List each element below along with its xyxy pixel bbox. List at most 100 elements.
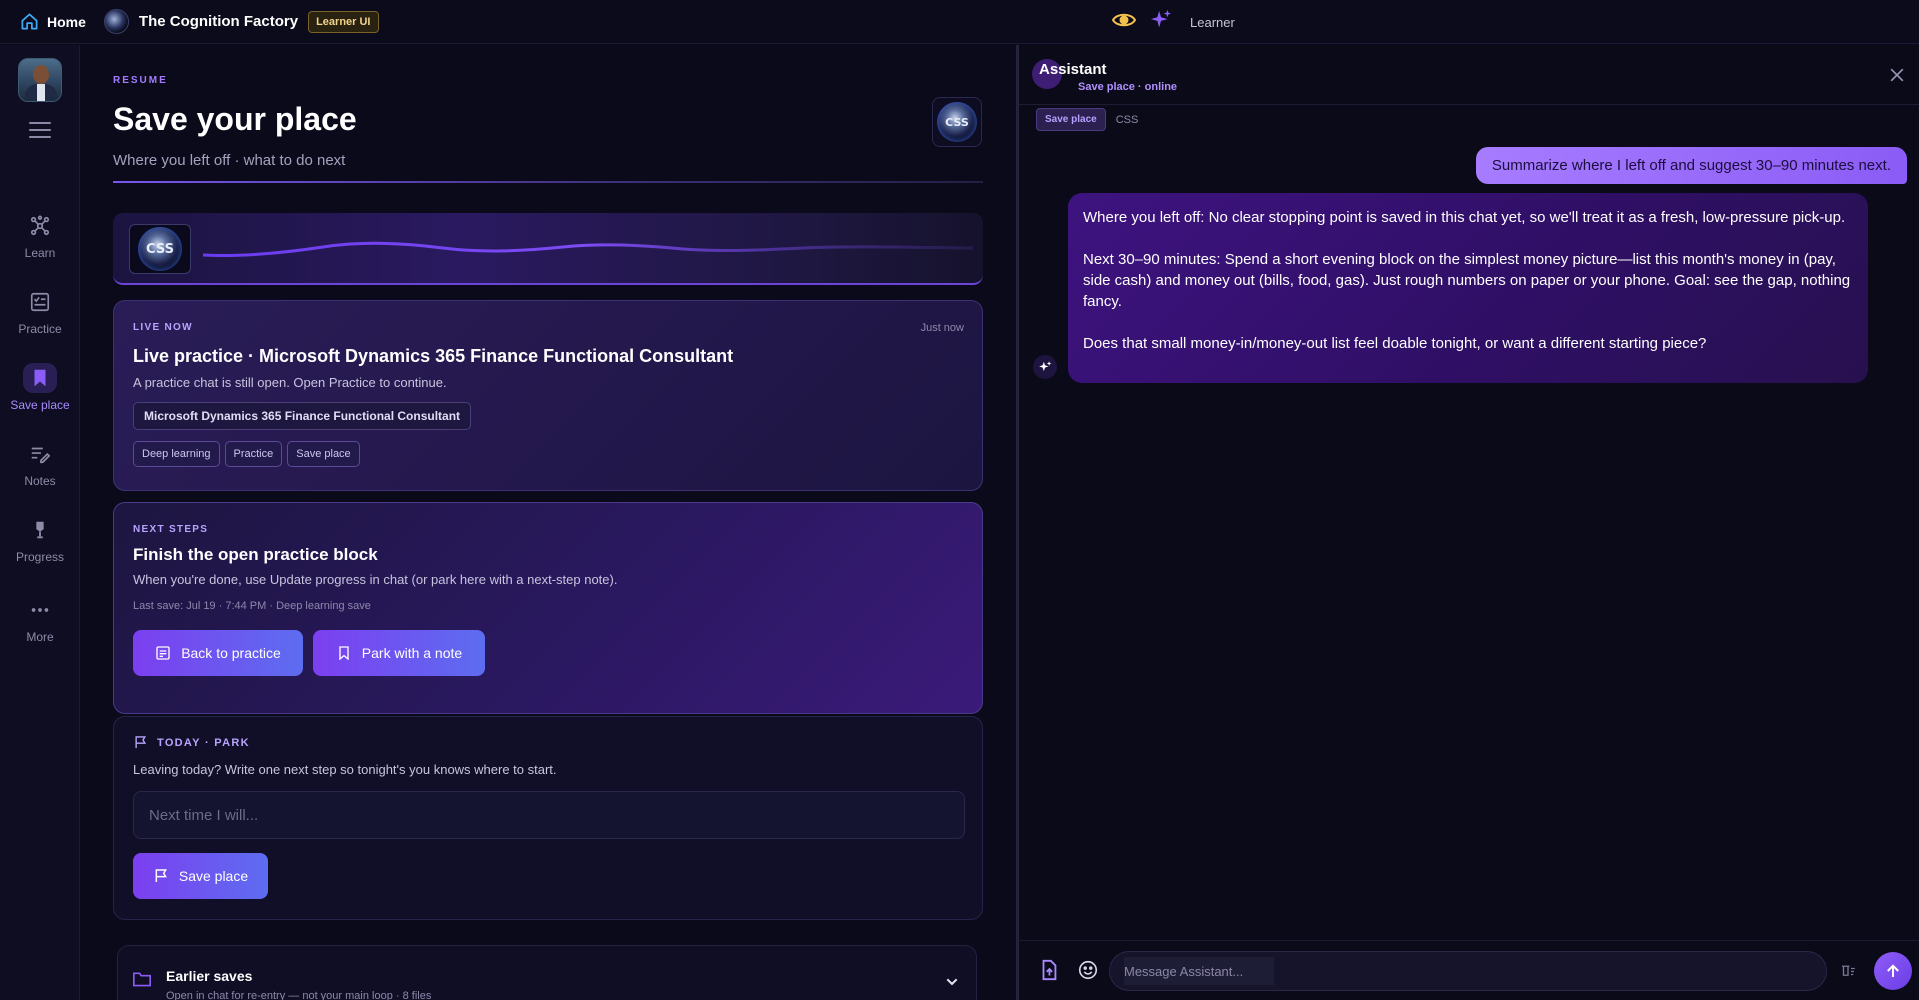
page-subtitle: Where you left off · what to do next — [113, 152, 346, 169]
chevron-down-icon[interactable] — [944, 974, 960, 990]
next-body: When you're done, use Update progress in… — [133, 572, 618, 587]
main-content: RESUME Save your place Where you left of… — [81, 45, 1016, 1000]
next-kicker: NEXT STEPS — [133, 524, 209, 535]
next-steps-card: NEXT STEPS Finish the open practice bloc… — [113, 502, 983, 714]
menu-icon[interactable] — [29, 122, 51, 143]
flag-icon — [155, 869, 167, 882]
live-title: Live practice · Microsoft Dynamics 365 F… — [133, 346, 734, 366]
page-title: Save your place — [113, 101, 357, 137]
assistant-message-paragraph: Does that small money-in/money-out list … — [1083, 335, 1707, 352]
nav-label: Save place — [10, 398, 70, 412]
nav-item-save-place[interactable]: Save place — [0, 363, 80, 412]
sparkle-icon[interactable] — [1150, 9, 1172, 36]
next-title: Finish the open practice block — [133, 545, 378, 564]
arrow-up-icon — [1887, 964, 1899, 977]
notes-icon — [23, 439, 57, 469]
nav-item-more[interactable]: More — [0, 595, 80, 644]
emoji-icon[interactable] — [1075, 957, 1101, 983]
resume-banner: CSS — [113, 213, 983, 285]
brand-badge: Learner UI — [308, 10, 379, 33]
context-tag-save-place[interactable]: Save place — [1036, 108, 1106, 131]
nav-label: More — [26, 630, 54, 644]
assistant-context-tags: Save place CSS — [1036, 108, 1138, 131]
course-chip[interactable]: Microsoft Dynamics 365 Finance Functiona… — [133, 402, 472, 430]
next-step-input-wrapper — [133, 791, 965, 839]
save-place-button[interactable]: Save place — [133, 853, 268, 899]
tag-save-place[interactable]: Save place — [287, 441, 360, 467]
assistant-status: Save place · online — [1078, 81, 1178, 93]
nav-item-learn[interactable]: Learn — [0, 211, 80, 260]
brand-name: The Cognition Factory — [138, 13, 299, 30]
live-kicker: LIVE NOW — [133, 322, 193, 333]
park-with-note-button[interactable]: Park with a note — [313, 630, 485, 676]
message-input-wrapper — [1109, 951, 1827, 991]
user-message: Summarize where I left off and suggest 3… — [1475, 147, 1907, 184]
page-eyebrow: RESUME — [113, 75, 168, 86]
next-step-input[interactable] — [149, 806, 949, 824]
earlier-saves-title: Earlier saves — [166, 968, 253, 984]
nav-label: Learn — [24, 246, 56, 260]
title-divider — [113, 181, 983, 183]
assistant-panel: Assistant Save place · online Save place… — [1019, 45, 1919, 1000]
back-to-practice-button[interactable]: Back to practice — [133, 630, 303, 676]
live-body: A practice chat is still open. Open Prac… — [133, 375, 447, 390]
assistant-header: Assistant Save place · online — [1019, 45, 1919, 105]
earlier-saves-subtitle: Open in chat for re-entry — not your mai… — [166, 990, 432, 1000]
home-link[interactable]: Home — [20, 12, 86, 31]
brand-logo — [103, 9, 129, 34]
attach-file-icon[interactable] — [1036, 957, 1062, 983]
course-logo: CSS — [932, 97, 982, 147]
course-logo-orb: CSS — [937, 102, 977, 142]
hub-icon — [23, 211, 57, 241]
banner-logo: CSS — [129, 224, 191, 274]
trophy-icon — [23, 515, 57, 545]
nav-label: Notes — [24, 474, 56, 488]
assistant-message-paragraph: Where you left off: No clear stopping po… — [1083, 209, 1846, 226]
clear-chat-icon[interactable] — [1837, 957, 1859, 983]
flag-bookmark-icon — [135, 736, 147, 749]
assistant-message: Where you left off: No clear stopping po… — [1068, 193, 1868, 383]
park-body: Leaving today? Write one next step so to… — [133, 762, 557, 777]
message-composer — [1019, 940, 1919, 1000]
checklist-icon — [23, 287, 57, 317]
top-center-controls: Learner — [1111, 0, 1235, 44]
nav-item-practice[interactable]: Practice — [0, 287, 80, 336]
eye-icon[interactable] — [1111, 8, 1137, 37]
progress-wave — [203, 241, 973, 258]
today-park-card: TODAY · PARK Leaving today? Write one ne… — [113, 716, 983, 920]
save-place-label: Save place — [178, 868, 249, 884]
live-practice-card: LIVE NOW Just now Live practice · Micros… — [113, 300, 983, 491]
tag-practice[interactable]: Practice — [224, 441, 283, 467]
home-label: Home — [47, 13, 86, 30]
back-to-practice-label: Back to practice — [181, 645, 281, 661]
nav-item-notes[interactable]: Notes — [0, 439, 80, 488]
practice-icon — [156, 646, 170, 660]
send-button[interactable] — [1874, 952, 1912, 990]
bookmark-outline-icon — [339, 646, 349, 661]
nav-item-progress[interactable]: Progress — [0, 515, 80, 564]
more-dots-icon — [23, 595, 57, 625]
close-icon[interactable] — [1887, 65, 1907, 85]
park-with-note-label: Park with a note — [361, 645, 463, 661]
park-kicker: TODAY · PARK — [157, 736, 250, 749]
message-input[interactable] — [1124, 957, 1274, 985]
tag-deep-learning[interactable]: Deep learning — [133, 441, 220, 467]
live-timestamp: Just now — [920, 322, 964, 334]
last-save-meta: Last save: Jul 19 · 7:44 PM · Deep learn… — [133, 600, 371, 612]
nav-label: Practice — [18, 322, 62, 336]
nav-label: Progress — [15, 550, 65, 564]
home-icon — [21, 13, 38, 30]
assistant-message-paragraph: Next 30–90 minutes: Spend a short evenin… — [1083, 251, 1851, 310]
left-nav: Learn Practice Save place Notes Progress… — [0, 45, 80, 1000]
bookmark-icon — [23, 363, 57, 393]
folder-icon — [133, 972, 151, 987]
role-label: Learner — [1190, 14, 1235, 30]
tag-list: Deep learning Practice Save place — [133, 441, 365, 467]
top-bar: Home The Cognition Factory Learner UI Le… — [0, 0, 1919, 44]
earlier-saves-card[interactable]: Earlier saves Open in chat for re-entry … — [117, 945, 977, 1000]
context-tag-css: CSS — [1115, 113, 1139, 126]
assistant-title: Assistant — [1039, 61, 1107, 78]
assistant-sparkle-icon — [1033, 355, 1057, 379]
avatar[interactable] — [18, 58, 62, 102]
banner-logo-orb: CSS — [138, 227, 182, 271]
